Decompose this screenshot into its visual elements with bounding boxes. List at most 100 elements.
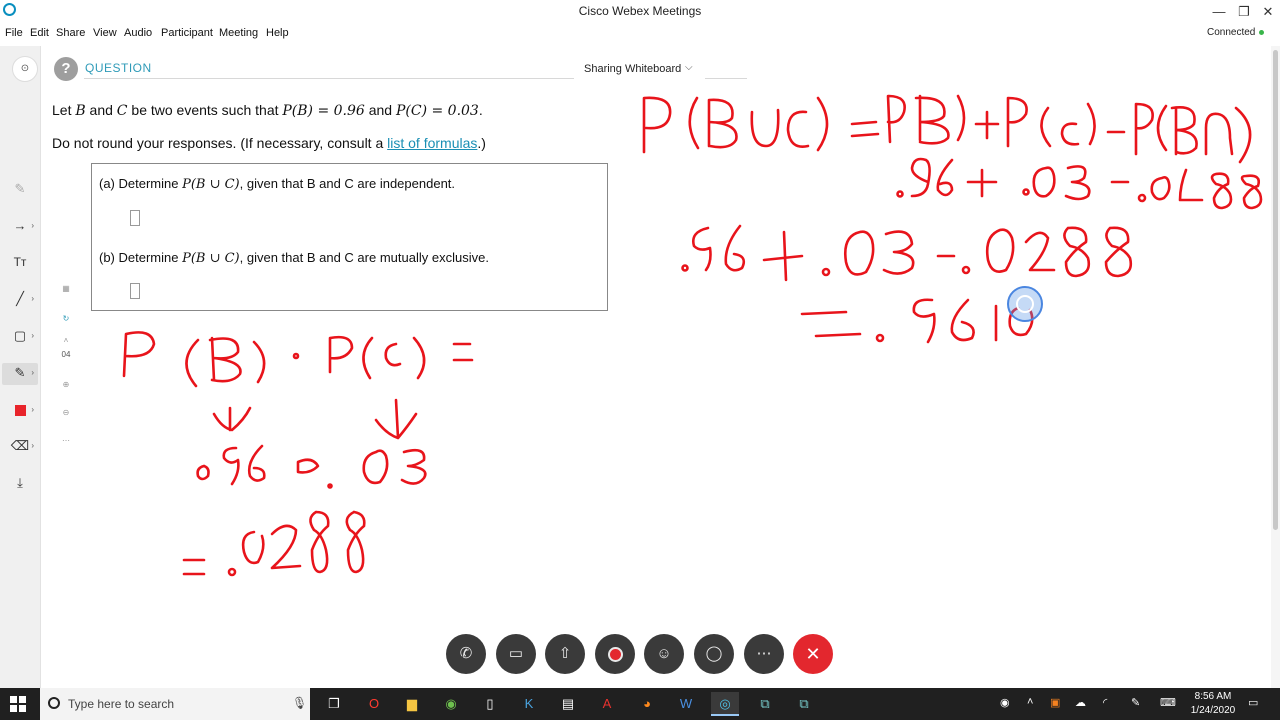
maximize-button[interactable]: ❐ <box>1233 2 1255 22</box>
remote-pointer-icon <box>1007 286 1043 322</box>
webex-share-icon[interactable]: ⧉ <box>751 692 779 716</box>
scrollbar-thumb[interactable] <box>1273 50 1278 530</box>
word-icon[interactable]: W <box>672 692 700 716</box>
intro-text-5: . <box>478 102 483 118</box>
pointer-tool-icon[interactable]: ✎ <box>6 178 34 200</box>
connection-status-label: Connected <box>1207 27 1256 38</box>
answer-box: (a) Determine P(B ∪ C), given that B and… <box>91 163 608 311</box>
more-icon: ⋯ <box>756 645 772 662</box>
task-view-icon[interactable]: ❐ <box>320 692 348 716</box>
close-button[interactable]: ✕ <box>1257 2 1279 22</box>
menu-audio[interactable]: Audio <box>124 27 152 39</box>
share-button[interactable]: ⇧ <box>545 634 585 674</box>
pen-tool-icon[interactable]: ✎ › <box>6 362 34 384</box>
part-b: (b) Determine P(B ∪ C), given that B and… <box>99 250 489 266</box>
connection-status: Connected <box>1207 27 1265 38</box>
zoom-in-icon[interactable]: ⊕ <box>58 380 74 389</box>
windows-taskbar: Type here to search 🎙 ❐ O ▆ ◉ ▯ K ▤ A ◕ … <box>0 688 1280 720</box>
menu-view[interactable]: View <box>93 27 117 39</box>
part-a: (a) Determine P(B ∪ C), given that B and… <box>99 176 455 192</box>
color-picker-button[interactable]: › <box>6 399 34 421</box>
store-icon[interactable]: ▤ <box>554 692 582 716</box>
annotation-toolbar: ⊙ ✎ → › Tт ╱ › ▢ › ✎ › › ⌫ › ⤓ <box>0 46 41 688</box>
page-up-icon[interactable]: ˄ <box>58 336 74 345</box>
menu-help[interactable]: Help <box>266 27 289 39</box>
wifi-icon[interactable]: ◜ <box>1103 696 1107 709</box>
microphone-icon[interactable]: 🎙 <box>292 696 307 710</box>
tray-cloud-icon[interactable]: ☁ <box>1075 696 1086 709</box>
arrow-tool-icon[interactable]: → › <box>6 215 35 237</box>
audio-button[interactable]: ✆ <box>446 634 486 674</box>
show-hidden-icons-icon[interactable]: ˄ <box>1027 696 1033 708</box>
app-k-icon[interactable]: K <box>515 692 543 716</box>
page-number: 04 <box>61 350 71 359</box>
firefox-icon[interactable]: ◕ <box>633 692 661 716</box>
menu-participant[interactable]: Participant <box>161 27 213 39</box>
file-explorer-icon[interactable]: ▆ <box>398 692 426 716</box>
shape-tool-icon[interactable]: ▢ › <box>6 325 34 347</box>
tray-app-icon[interactable]: ◉ <box>1000 696 1010 709</box>
connected-dot-icon <box>1259 29 1265 35</box>
share-divider <box>705 78 747 79</box>
sharing-whiteboard-dropdown[interactable]: Sharing Whiteboard <box>584 63 681 75</box>
window-title: Cisco Webex Meetings <box>578 4 702 18</box>
chevron-down-icon[interactable]: ⌵ <box>685 62 693 73</box>
participants-button[interactable]: ☺ <box>644 634 684 674</box>
clock-time[interactable]: 8:56 AM <box>1192 691 1234 702</box>
record-button[interactable] <box>595 634 635 674</box>
menu-edit[interactable]: Edit <box>30 27 49 39</box>
vertical-scrollbar[interactable] <box>1271 46 1280 688</box>
header-divider <box>84 78 574 79</box>
video-button[interactable]: ▭ <box>496 634 536 674</box>
menu-share[interactable]: Share <box>56 27 85 39</box>
intro-text-2: and <box>85 102 117 118</box>
round-note-end: .) <box>477 135 486 151</box>
line-tool-icon[interactable]: ╱ › <box>6 288 34 310</box>
opera-icon[interactable]: O <box>360 692 388 716</box>
part-a-answer-input[interactable] <box>130 210 140 226</box>
save-tool-icon[interactable]: ⤓ <box>6 472 34 494</box>
zoom-out-icon[interactable]: ⊖ <box>58 408 74 417</box>
part-b-answer-input[interactable] <box>130 283 140 299</box>
tray-office-icon[interactable]: ▣ <box>1050 696 1060 709</box>
more-button[interactable]: ⋯ <box>744 634 784 674</box>
question-header: QUESTION <box>85 61 152 75</box>
notifications-icon[interactable]: ▭ <box>1248 696 1258 709</box>
acrobat-icon[interactable]: A <box>593 692 621 716</box>
text-tool-icon[interactable]: Tт <box>6 251 34 273</box>
grid-icon[interactable]: ▦ <box>58 284 74 293</box>
taskbar-search[interactable]: Type here to search 🎙 <box>40 688 310 720</box>
list-of-formulas-link[interactable]: list of formulas <box>387 135 477 151</box>
clock-date[interactable]: 1/24/2020 <box>1190 705 1236 716</box>
intro-text-1: Let <box>52 102 76 118</box>
more-tools-icon[interactable]: ⋯ <box>58 436 74 445</box>
part-b-expression: P(B ∪ C) <box>182 251 240 266</box>
end-meeting-button[interactable]: ✕ <box>793 634 833 674</box>
webex-taskbar-icon[interactable]: ◎ <box>711 692 739 716</box>
windows-start-icon[interactable] <box>10 696 26 712</box>
game-app-icon[interactable]: ◉ <box>437 692 465 716</box>
menu-file[interactable]: File <box>5 27 23 39</box>
var-b: B <box>75 103 86 119</box>
chat-icon: ◯ <box>705 645 723 662</box>
keyboard-icon[interactable]: ⌨ <box>1160 696 1176 709</box>
pc-expression: P(C) = 0.03 <box>395 103 479 119</box>
part-a-label: (a) Determine <box>99 176 183 191</box>
search-placeholder: Type here to search <box>68 697 175 711</box>
end-icon: ✕ <box>805 644 821 664</box>
menu-meeting[interactable]: Meeting <box>219 27 258 39</box>
webex-window: Cisco Webex Meetings — ❐ ✕ File Edit Sha… <box>0 0 1280 720</box>
document-icon[interactable]: ▯ <box>476 692 504 716</box>
pointer-ring <box>1016 295 1034 313</box>
eraser-tool-icon[interactable]: ⌫ › <box>6 435 34 457</box>
webex-meeting-icon[interactable]: ⧉ <box>790 692 818 716</box>
chat-button[interactable]: ◯ <box>694 634 734 674</box>
refresh-icon[interactable]: ↻ <box>58 314 74 323</box>
presenter-avatar-icon[interactable]: ⊙ <box>12 56 38 82</box>
pen-tray-icon[interactable]: ✎ <box>1131 696 1140 709</box>
minimize-button[interactable]: — <box>1208 2 1230 22</box>
title-bar: Cisco Webex Meetings — ❐ ✕ <box>0 0 1280 24</box>
part-b-label: (b) Determine <box>99 250 183 265</box>
phone-icon: ✆ <box>459 645 473 662</box>
record-icon <box>607 646 623 662</box>
